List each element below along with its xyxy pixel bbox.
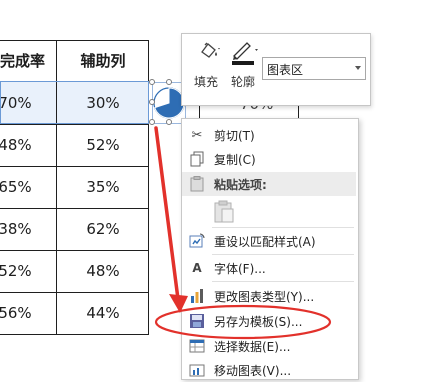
annotation-ellipse xyxy=(154,304,332,340)
annotation-overlay xyxy=(154,126,332,340)
annotation-arrow-shaft xyxy=(154,126,180,301)
